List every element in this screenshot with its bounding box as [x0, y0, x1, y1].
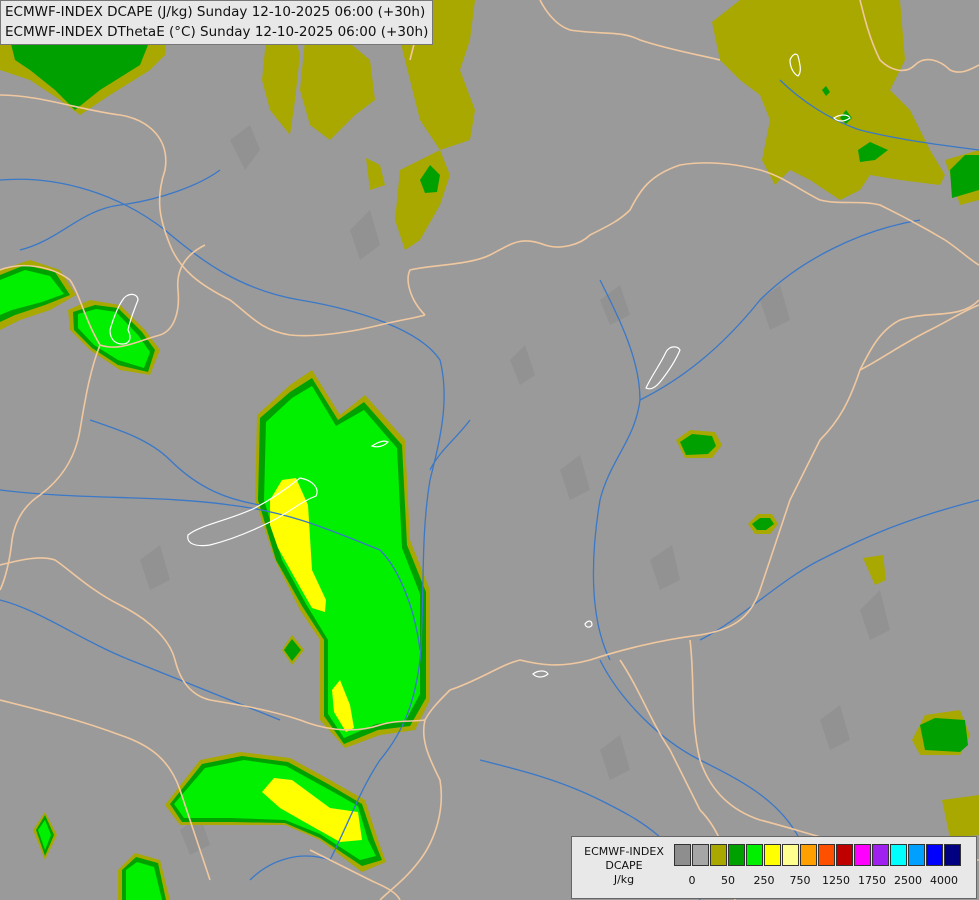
dcape-green-zones	[0, 270, 420, 900]
legend-title-line3: J/kg	[613, 873, 635, 886]
legend-swatch	[872, 844, 889, 866]
legend-tick-label: 250	[753, 874, 775, 887]
legend-tick-label: 50	[721, 874, 735, 887]
background-texture	[140, 125, 890, 855]
legend-swatch	[746, 844, 763, 866]
legend-swatch	[890, 844, 907, 866]
legend-swatch	[944, 844, 961, 866]
legend-tick-label: 2500	[894, 874, 922, 887]
legend-swatch	[728, 844, 745, 866]
legend-tick-label: 4000	[930, 874, 958, 887]
legend-tick-label: 0	[688, 874, 696, 887]
header-dcape-title: ECMWF-INDEX DCAPE (J/kg) Sunday 12-10-20…	[5, 4, 426, 20]
legend: ECMWF-INDEX DCAPE J/kg 0 50 250 750 1250 1750…	[571, 836, 977, 899]
legend-title-line2: DCAPE	[605, 859, 643, 872]
legend-swatch	[710, 844, 727, 866]
legend-tick-label: 1250	[822, 874, 850, 887]
legend-tick-label: 1750	[858, 874, 886, 887]
legend-swatch	[674, 844, 691, 866]
legend-swatch	[800, 844, 817, 866]
rivers	[0, 79, 979, 900]
lakes	[109, 53, 851, 678]
legend-title-line1: ECMWF-INDEX	[584, 845, 664, 858]
legend-swatch	[764, 844, 781, 866]
legend-swatch	[854, 844, 871, 866]
weather-map: ECMWF-INDEX DCAPE (J/kg) Sunday 12-10-20…	[0, 0, 979, 900]
legend-title: ECMWF-INDEX DCAPE J/kg	[576, 845, 672, 887]
map-header: ECMWF-INDEX DCAPE (J/kg) Sunday 12-10-20…	[0, 0, 434, 45]
legend-swatch	[836, 844, 853, 866]
legend-swatch	[782, 844, 799, 866]
map-canvas	[0, 0, 979, 900]
header-dthetae-title: ECMWF-INDEX DThetaE (°C) Sunday 12-10-20…	[5, 24, 429, 40]
dcape-olive-zones	[0, 0, 979, 900]
legend-swatch	[926, 844, 943, 866]
legend-swatch	[692, 844, 709, 866]
legend-tick-label: 750	[789, 874, 811, 887]
legend-swatch	[908, 844, 925, 866]
legend-swatch	[818, 844, 835, 866]
